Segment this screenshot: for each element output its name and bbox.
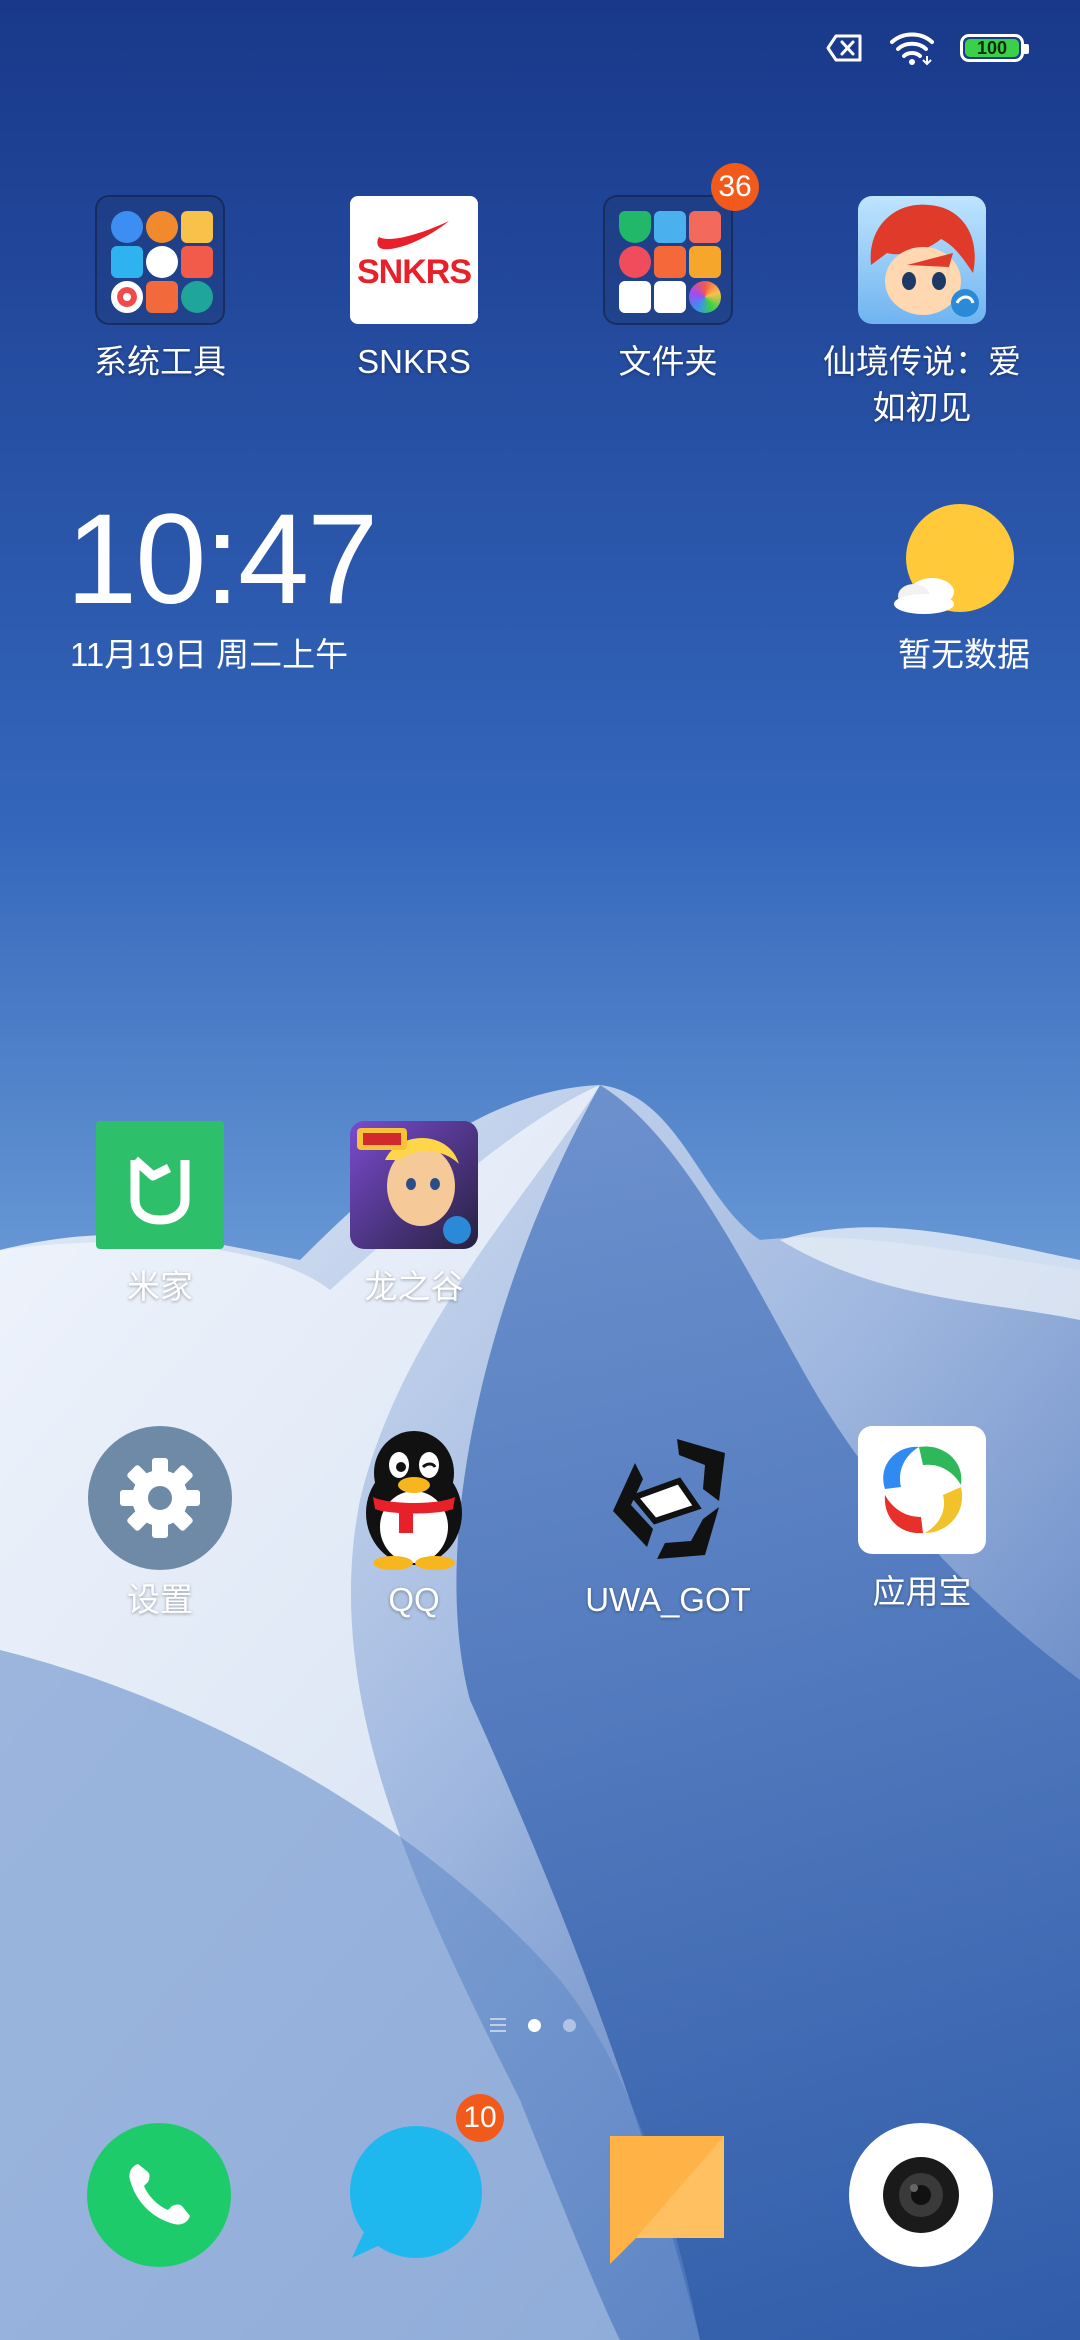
app-label: 文件夹 bbox=[618, 343, 718, 380]
gear-icon bbox=[88, 1426, 232, 1570]
dock-camera[interactable] bbox=[846, 2120, 996, 2270]
app-label: QQ bbox=[388, 1581, 440, 1618]
app-label: UWA_GOT bbox=[585, 1581, 751, 1618]
folder-files[interactable]: 36 文件夹 bbox=[541, 163, 795, 385]
folder-icon bbox=[603, 195, 733, 325]
mijia-app-icon bbox=[96, 1121, 224, 1249]
app-uwa-got[interactable]: UWA_GOT bbox=[541, 1425, 795, 1623]
app-label: 系统工具 bbox=[94, 343, 226, 380]
unity-icon bbox=[613, 1439, 725, 1559]
folder-icon bbox=[95, 195, 225, 325]
app-label: SNKRS bbox=[357, 343, 471, 380]
game-avatar-icon bbox=[858, 196, 986, 324]
sim-off-icon bbox=[826, 34, 862, 62]
status-bar: 100 bbox=[826, 28, 1029, 68]
app-snkrs[interactable]: SNKRS SNKRS bbox=[287, 195, 541, 385]
clock-time[interactable]: 10:47 bbox=[66, 490, 378, 630]
camera-icon bbox=[849, 2123, 993, 2267]
wifi-icon bbox=[890, 32, 934, 66]
messages-icon bbox=[350, 2126, 482, 2258]
app-label: 米家 bbox=[127, 1268, 193, 1305]
dock-phone[interactable] bbox=[84, 2120, 234, 2270]
dock-notes[interactable] bbox=[592, 2120, 742, 2270]
folder-system-tools[interactable]: 系统工具 bbox=[33, 195, 287, 385]
app-settings[interactable]: 设置 bbox=[33, 1425, 287, 1623]
app-label: 龙之谷 bbox=[364, 1268, 464, 1305]
app-label: 应用宝 bbox=[872, 1573, 972, 1610]
snkrs-logo-text: SNKRS bbox=[356, 253, 472, 291]
app-label: 仙境传说：爱如初见 bbox=[823, 343, 1021, 426]
appstore-icon bbox=[858, 1426, 986, 1554]
app-label: 设置 bbox=[127, 1581, 193, 1618]
app-dragon-nest[interactable]: 龙之谷 bbox=[287, 1120, 541, 1310]
weather-label: 暂无数据 bbox=[898, 636, 1030, 673]
app-qq[interactable]: QQ bbox=[287, 1425, 541, 1623]
app-mijia[interactable]: 米家 bbox=[33, 1120, 287, 1310]
clock-date: 11月19日 周二上午 bbox=[70, 636, 349, 673]
app-ragnarok[interactable]: 仙境传说：爱如初见 bbox=[795, 195, 1049, 431]
dock-messages[interactable]: 10 bbox=[338, 2094, 504, 2270]
page-indicator[interactable] bbox=[490, 2018, 576, 2032]
notes-icon bbox=[610, 2136, 724, 2264]
battery-level: 100 bbox=[976, 38, 1008, 58]
list-icon bbox=[490, 2018, 506, 2032]
battery-icon: 100 bbox=[960, 34, 1029, 62]
app-appstore[interactable]: 应用宝 bbox=[795, 1425, 1049, 1615]
phone-icon bbox=[87, 2123, 231, 2267]
notification-badge: 10 bbox=[456, 2094, 504, 2142]
notification-badge: 36 bbox=[711, 163, 759, 211]
qq-penguin-icon bbox=[366, 1431, 462, 1570]
dragon-nest-app-icon bbox=[350, 1121, 478, 1249]
page-dot bbox=[563, 2018, 576, 2032]
page-dot-active bbox=[528, 2018, 541, 2032]
